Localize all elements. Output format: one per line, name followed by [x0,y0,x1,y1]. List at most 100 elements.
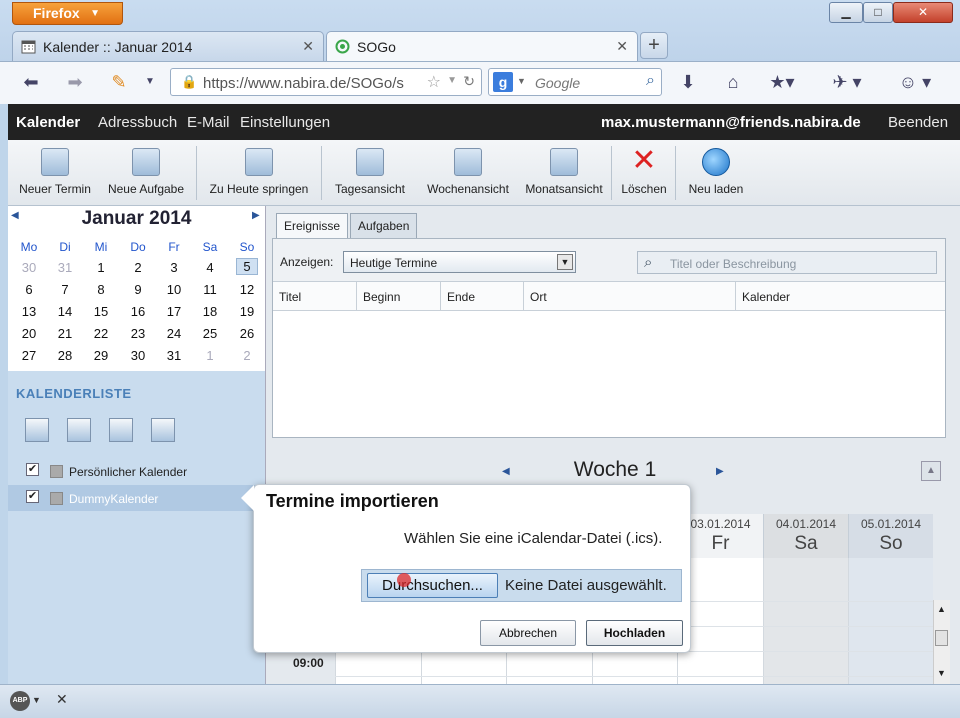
calendar-day[interactable]: 4 [192,260,228,275]
calendar-day[interactable]: 11 [192,282,228,297]
firefox-menu-button[interactable]: Firefox ▼ [12,2,123,25]
close-icon[interactable]: ✕ [56,691,68,708]
calendar-day[interactable]: 2 [120,260,156,275]
calendar-day[interactable]: 10 [156,282,192,297]
calendar-day[interactable]: 21 [47,326,83,341]
next-week-icon[interactable]: ▶ [716,466,724,477]
chevron-down-icon[interactable]: ▼ [517,76,526,86]
add-calendar-icon[interactable] [25,418,49,442]
calendar-day[interactable]: 17 [156,304,192,319]
calendar-day[interactable]: 30 [11,260,47,275]
calendar-item-dummy[interactable]: ✔ DummyKalender [8,485,265,511]
search-icon[interactable]: ⌕ [646,72,655,90]
calendar-day[interactable]: 31 [47,260,83,275]
go-today-button[interactable]: Zu Heute springen [205,148,313,196]
logout-link[interactable]: Beenden [888,114,948,131]
calendar-day[interactable]: 25 [192,326,228,341]
calendar-day[interactable]: 22 [83,326,119,341]
nav-email[interactable]: E-Mail [187,114,230,131]
tab-aufgaben[interactable]: Aufgaben [350,213,418,239]
calendar-day[interactable]: 13 [11,304,47,319]
minimize-button[interactable]: ▁ [829,2,863,23]
show-select[interactable]: Heutige Termine ▼ [343,251,576,273]
chevron-down-icon[interactable]: ▼ [32,695,41,705]
event-search-input[interactable]: ⌕ Titel oder Beschreibung [637,251,937,274]
calendar-day[interactable]: 5 [236,258,258,275]
calendar-day[interactable]: 6 [11,282,47,297]
tab-ereignisse[interactable]: Ereignisse [276,213,349,239]
prev-week-icon[interactable]: ◀ [502,466,510,477]
calendar-day[interactable]: 29 [83,348,119,363]
calendar-day[interactable]: 8 [83,282,119,297]
calendar-day[interactable]: 26 [229,326,265,341]
cancel-button[interactable]: Abbrechen [480,620,576,646]
nav-adressbuch[interactable]: Adressbuch [98,114,177,131]
nav-einstellungen[interactable]: Einstellungen [240,114,330,131]
calendar-day[interactable]: 15 [83,304,119,319]
calendar-day[interactable]: 28 [47,348,83,363]
calendar-day[interactable]: 7 [47,282,83,297]
calendar-day[interactable]: 30 [120,348,156,363]
calendar-day[interactable]: 27 [11,348,47,363]
month-view-button[interactable]: Monatsansicht [516,148,612,196]
day-view-button[interactable]: Tagesansicht [330,148,410,196]
column-header-beginn[interactable]: Beginn [357,282,441,311]
search-bar[interactable]: g ▼ Google ⌕ [488,68,662,96]
calendar-day[interactable]: 19 [229,304,265,319]
new-tab-button[interactable]: + [640,32,668,59]
window-close-button[interactable]: ✕ [893,2,953,23]
new-task-button[interactable]: Neue Aufgabe [104,148,188,196]
column-header-ort[interactable]: Ort [524,282,736,311]
reload-button[interactable]: Neu laden [684,148,748,196]
nav-kalender[interactable]: Kalender [16,114,80,131]
column-header-ende[interactable]: Ende [441,282,524,311]
calendar-checkbox[interactable]: ✔ [26,490,39,503]
column-header-titel[interactable]: Titel [273,282,357,311]
download-icon[interactable]: ⬇ [676,68,700,96]
maximize-button[interactable]: □ [863,2,893,23]
calendar-day[interactable]: 3 [156,260,192,275]
calendar-day[interactable]: 1 [192,348,228,363]
scroll-up-icon[interactable]: ▲ [937,604,946,614]
calendar-day[interactable]: 9 [120,282,156,297]
calendar-day[interactable]: 14 [47,304,83,319]
delete-calendar-icon[interactable] [151,418,175,442]
subscribe-calendar-icon[interactable] [67,418,91,442]
scroll-thumb[interactable] [935,630,948,646]
year-label[interactable]: 2014 [149,208,191,229]
home-icon[interactable]: ⌂ [721,68,745,96]
scroll-down-icon[interactable]: ▼ [937,668,946,678]
calendar-day[interactable]: 16 [120,304,156,319]
calendar-day[interactable]: 1 [83,260,119,275]
tab-kalender[interactable]: Kalender :: Januar 2014 ✕ [12,31,324,61]
bookmarks-icon[interactable]: ★▾ [764,68,800,96]
calendar-day[interactable]: 31 [156,348,192,363]
addon-icon[interactable]: ✈ ▾ [822,68,872,96]
calendar-day[interactable]: 2 [229,348,265,363]
day-column[interactable] [848,558,933,684]
collapse-icon[interactable]: ▲ [921,461,941,481]
month-label[interactable]: Januar [82,208,144,229]
calendar-day[interactable]: 12 [229,282,265,297]
persona-icon[interactable]: ☺ ▾ [890,68,940,96]
close-tab-icon[interactable]: ✕ [302,38,314,55]
share-calendar-icon[interactable] [109,418,133,442]
star-icon[interactable]: ☆ [426,72,441,92]
reload-icon[interactable]: ↻ [463,73,475,90]
day-column[interactable] [763,558,848,684]
calendar-day[interactable]: 24 [156,326,192,341]
url-bar[interactable]: 🔒 https://www.nabira.de/SOGo/s ☆ ▼ ↻ [170,68,482,96]
back-icon[interactable]: ⬅ [16,68,46,96]
chevron-down-icon[interactable]: ▼ [447,75,457,86]
column-header-kalender[interactable]: Kalender [736,282,945,311]
tab-sogo[interactable]: SOGo ✕ [326,31,638,62]
delete-button[interactable]: ✕ Löschen [618,146,670,197]
adblock-icon[interactable]: ABP [10,691,30,711]
calendar-day[interactable]: 23 [120,326,156,341]
scrollbar[interactable]: ▲ ▼ [933,600,950,684]
pencil-icon[interactable]: ✎ [104,68,134,96]
upload-button[interactable]: Hochladen [586,620,683,646]
calendar-item-personal[interactable]: ✔ Persönlicher Kalender [8,458,265,484]
calendar-day[interactable]: 20 [11,326,47,341]
new-event-button[interactable]: Neuer Termin [15,148,95,196]
